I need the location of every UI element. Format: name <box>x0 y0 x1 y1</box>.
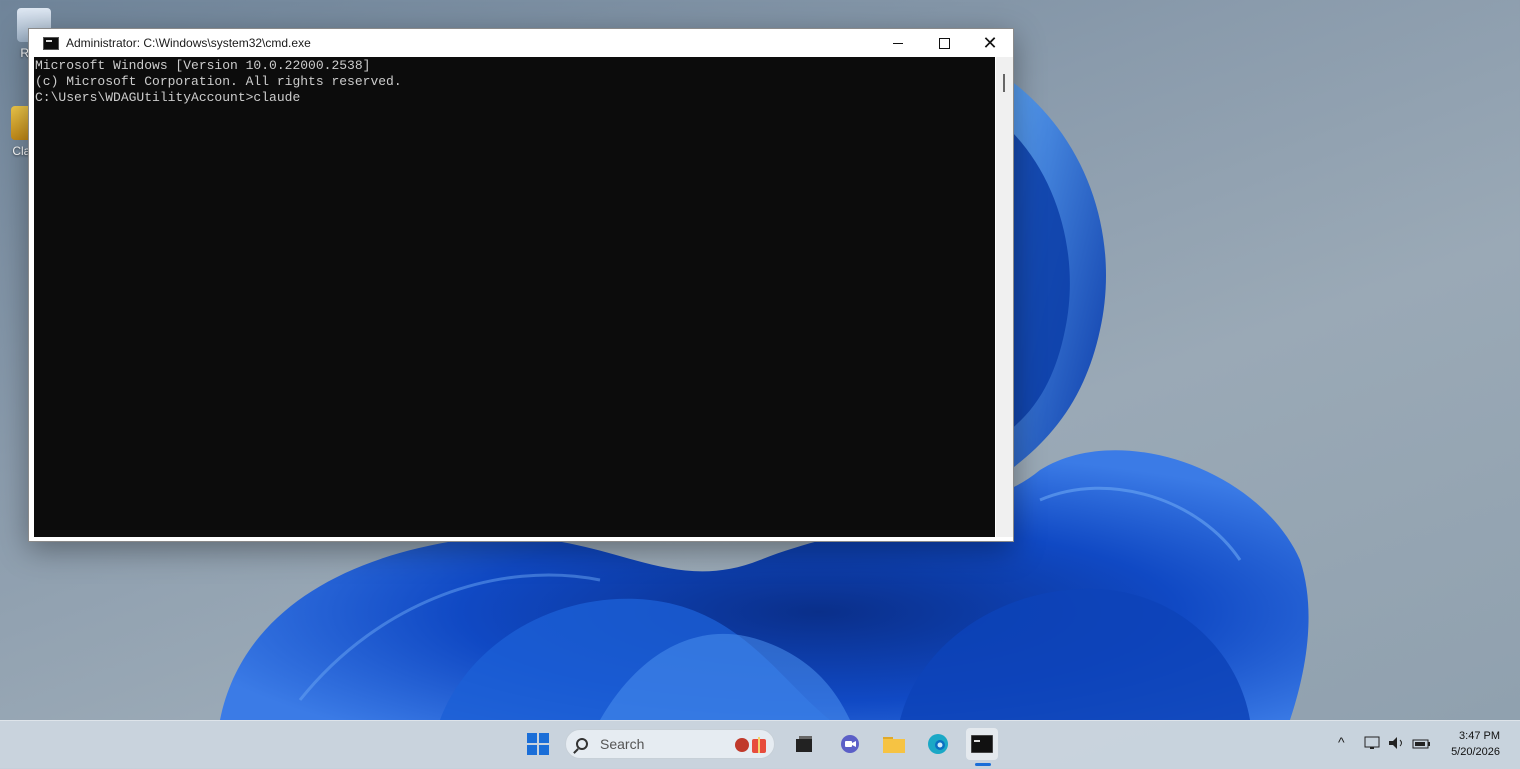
clock-date: 5/20/2026 <box>1451 746 1500 758</box>
active-app-indicator <box>975 763 991 766</box>
window-titlebar[interactable]: Administrator: C:\Windows\system32\cmd.e… <box>29 29 1013 57</box>
scrollbar-thumb[interactable] <box>1003 74 1005 92</box>
console-scrollbar[interactable] <box>996 57 1013 537</box>
chevron-up-icon: ^ <box>1338 734 1345 750</box>
battery-icon <box>1412 739 1430 749</box>
volume-icon <box>1389 737 1402 749</box>
console-line: C:\Users\WDAGUtilityAccount>claude <box>35 90 301 105</box>
console-line: (c) Microsoft Corporation. All rights re… <box>35 74 402 89</box>
cmd-window[interactable]: Administrator: C:\Windows\system32\cmd.e… <box>28 28 1014 542</box>
windows-logo-icon <box>526 732 550 756</box>
close-icon: ✕ <box>982 33 998 53</box>
task-view-icon <box>796 736 812 752</box>
clock-time: 3:47 PM <box>1459 730 1500 742</box>
close-button[interactable]: ✕ <box>967 29 1013 57</box>
folder-icon <box>883 737 905 753</box>
cmd-app-icon <box>43 36 59 50</box>
chat-icon <box>841 735 859 753</box>
taskbar-task-view[interactable] <box>788 728 820 760</box>
start-button[interactable] <box>522 728 554 760</box>
edge-browser-icon <box>928 734 948 754</box>
window-title: Administrator: C:\Windows\system32\cmd.e… <box>66 36 311 50</box>
taskbar-cmd[interactable] <box>966 728 998 760</box>
network-icon <box>1364 736 1380 749</box>
taskbar-file-explorer[interactable] <box>878 728 910 760</box>
search-highlight-icon <box>735 737 766 753</box>
search-icon <box>576 738 588 750</box>
maximize-button[interactable] <box>921 29 967 57</box>
taskbar-clock[interactable]: 3:47 PM 5/20/2026 <box>1451 728 1500 760</box>
taskbar-chat[interactable] <box>834 728 866 760</box>
search-placeholder: Search <box>600 736 645 752</box>
console-output[interactable]: Microsoft Windows [Version 10.0.22000.25… <box>34 57 995 537</box>
tray-volume[interactable] <box>1388 736 1406 753</box>
maximize-icon <box>938 37 950 49</box>
tray-battery[interactable] <box>1412 737 1432 753</box>
terminal-icon <box>971 735 993 753</box>
minimize-button[interactable] <box>875 29 921 57</box>
tray-overflow-button[interactable]: ^ <box>1338 734 1345 750</box>
minimize-icon <box>893 42 903 44</box>
tray-network[interactable] <box>1364 736 1382 753</box>
taskbar-search[interactable]: Search <box>565 729 775 759</box>
taskbar-edge[interactable] <box>922 728 954 760</box>
console-line: Microsoft Windows [Version 10.0.22000.25… <box>35 58 371 73</box>
